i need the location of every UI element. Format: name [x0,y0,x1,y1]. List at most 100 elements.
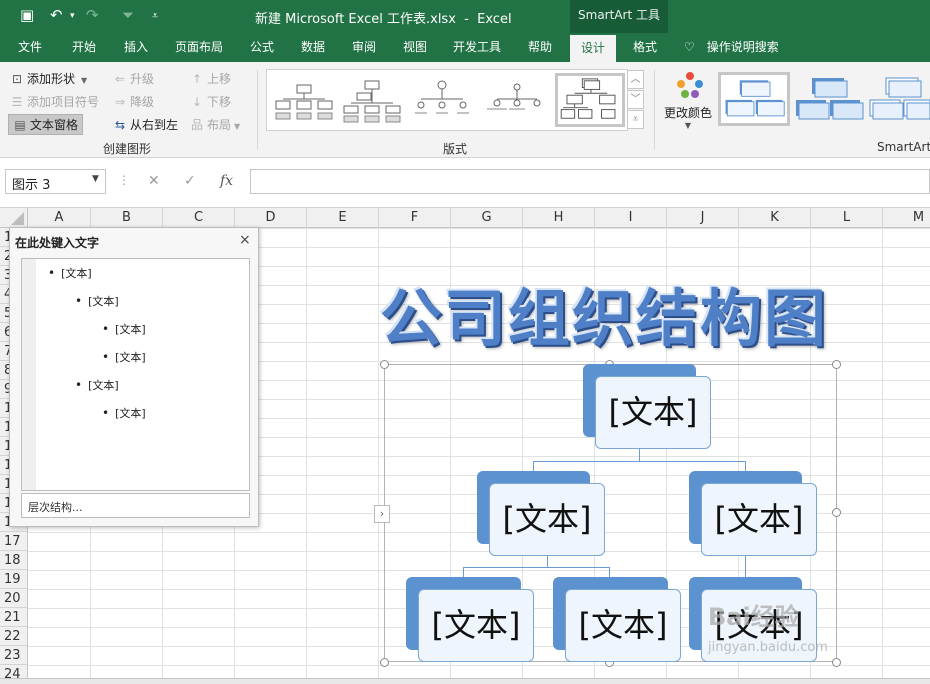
layouts-group-label: 版式 [443,142,468,156]
resize-handle[interactable] [380,658,389,667]
arrow-right-icon: ⇒ [114,95,126,109]
column-h-header[interactable]: H [523,208,595,228]
tab-developer[interactable]: 开发工具 [453,33,501,62]
resize-handle[interactable] [832,658,841,667]
smartart-tools-context: SmartArt 工具 [570,0,668,33]
row-header-cell[interactable]: 22 [0,627,27,646]
group-separator [257,70,258,150]
arrow-left-icon: ⇐ [114,72,126,86]
add-bullet-button: ☰ 添加项目符号 [11,95,100,109]
style-thumb-2[interactable] [792,72,864,126]
node-text[interactable]: [文本] [701,483,817,556]
row-header-cell[interactable]: 21 [0,608,27,627]
column-c-header[interactable]: C [163,208,235,228]
grid-line [306,228,307,684]
text-pane-button[interactable]: ▤ 文本窗格 [8,114,84,135]
resize-handle[interactable] [832,508,841,517]
tab-design[interactable]: 设计 [570,35,617,62]
tell-me-search[interactable]: ♡ 操作说明搜索 [684,33,779,62]
column-b-header[interactable]: B [91,208,163,228]
column-a-header[interactable]: A [28,208,91,228]
formula-input[interactable] [250,169,930,194]
sheet-scroll-bar[interactable] [0,678,930,684]
column-g-header[interactable]: G [451,208,523,228]
column-m-header[interactable]: M [883,208,930,228]
list-item[interactable]: [文本] [102,405,146,421]
tab-formulas[interactable]: 公式 [250,33,274,62]
list-item[interactable]: [文本] [48,265,92,281]
list-item[interactable]: [文本] [102,349,146,365]
list-item[interactable]: [文本] [75,293,119,309]
org-chart-title[interactable]: 公司组织结构图 [380,268,828,358]
connector-line [547,555,548,567]
gallery-more-button[interactable]: ⩡ [627,110,644,129]
customize-toolbar-icon[interactable]: ⩡ [152,9,158,23]
text-pane-toggle-button[interactable]: › [374,505,390,523]
style-thumb-3[interactable] [866,72,930,126]
tab-file[interactable]: 文件 [18,33,42,62]
list-item[interactable]: [文本] [75,377,119,393]
layout-thumb-1[interactable] [273,73,335,127]
ribbon-tabs: 文件 开始 插入 页面布局 公式 数据 审阅 视图 开发工具 帮助 设计 格式 … [0,33,930,62]
tab-home[interactable]: 开始 [72,33,96,62]
palette-icon[interactable] [672,70,708,102]
node-text[interactable]: [文本] [565,589,681,662]
node-text[interactable]: [文本] [418,589,534,662]
row-header-cell[interactable]: 17 [0,532,27,551]
column-i-header[interactable]: I [595,208,667,228]
create-graphic-group-label: 创建图形 [103,142,152,156]
row-header-cell[interactable]: 19 [0,570,27,589]
tab-page-layout[interactable]: 页面布局 [175,33,223,62]
select-all-triangle-icon [11,212,24,225]
arrow-down-icon: ↓ [191,95,203,109]
resize-handle[interactable] [832,360,841,369]
resize-handle[interactable] [380,360,389,369]
smartart-styles-group-label: SmartArt [877,140,930,154]
layout-thumb-3[interactable] [411,73,473,127]
gallery-up-button[interactable]: ︿ [627,70,644,89]
layout-thumb-selected[interactable] [555,73,625,127]
ribbon-design: ⊡ 添加形状 ▼ ☰ 添加项目符号 ▤ 文本窗格 ⇐ 升级 ⇒ 降级 ⇆ 从右到左 ↑ 上移 ↓… [0,62,930,158]
layout-thumb-4[interactable] [481,73,543,127]
tab-view[interactable]: 视图 [403,33,427,62]
column-j-header[interactable]: J [667,208,739,228]
gallery-down-button[interactable]: ﹀ [627,90,644,109]
row-header-cell[interactable]: 23 [0,646,27,665]
chevron-down-icon[interactable]: ▼ [92,174,99,184]
tab-format[interactable]: 格式 [633,33,657,62]
chevron-down-icon: ▼ [234,122,241,131]
move-up-button: ↑ 上移 [191,72,232,86]
column-f-header[interactable]: F [379,208,451,228]
tab-data[interactable]: 数据 [301,33,325,62]
column-l-header[interactable]: L [811,208,883,228]
tab-insert[interactable]: 插入 [124,33,148,62]
column-k-header[interactable]: K [739,208,811,228]
save-icon[interactable]: ▣ [20,6,34,24]
name-box[interactable]: 图示 3 [5,169,106,194]
column-d-header[interactable]: D [235,208,307,228]
grid-line [882,228,883,684]
hierarchy-description[interactable]: 层次结构... [21,493,250,518]
chevron-down-icon: ▼ [81,76,88,85]
text-pane-list[interactable]: [文本] [文本] [文本] [文本] [文本] [文本] [21,258,250,491]
select-all-corner[interactable] [0,208,28,228]
tab-review[interactable]: 审阅 [352,33,376,62]
node-text[interactable]: [文本] [489,483,605,556]
hierarchy-icon: 品 [190,118,203,132]
undo-icon[interactable]: ↶ [50,6,63,24]
change-colors-button[interactable]: 更改颜色 ▼ [664,104,712,130]
row-header-cell[interactable]: 20 [0,589,27,608]
node-text[interactable]: [文本] [595,376,711,449]
close-icon[interactable]: × [239,232,251,248]
lightbulb-icon: ♡ [684,40,695,54]
row-header-cell[interactable]: 18 [0,551,27,570]
list-item[interactable]: [文本] [102,321,146,337]
right-to-left-button[interactable]: ⇆ 从右到左 [113,116,178,133]
undo-dropdown-icon[interactable]: ▾ [70,11,75,21]
layout-thumb-2[interactable] [341,73,403,127]
add-shape-button[interactable]: ⊡ 添加形状 ▼ [10,70,87,87]
column-e-header[interactable]: E [307,208,379,228]
insert-function-icon[interactable]: fx [220,173,233,189]
style-thumb-selected[interactable] [718,72,790,126]
tab-help[interactable]: 帮助 [528,33,552,62]
